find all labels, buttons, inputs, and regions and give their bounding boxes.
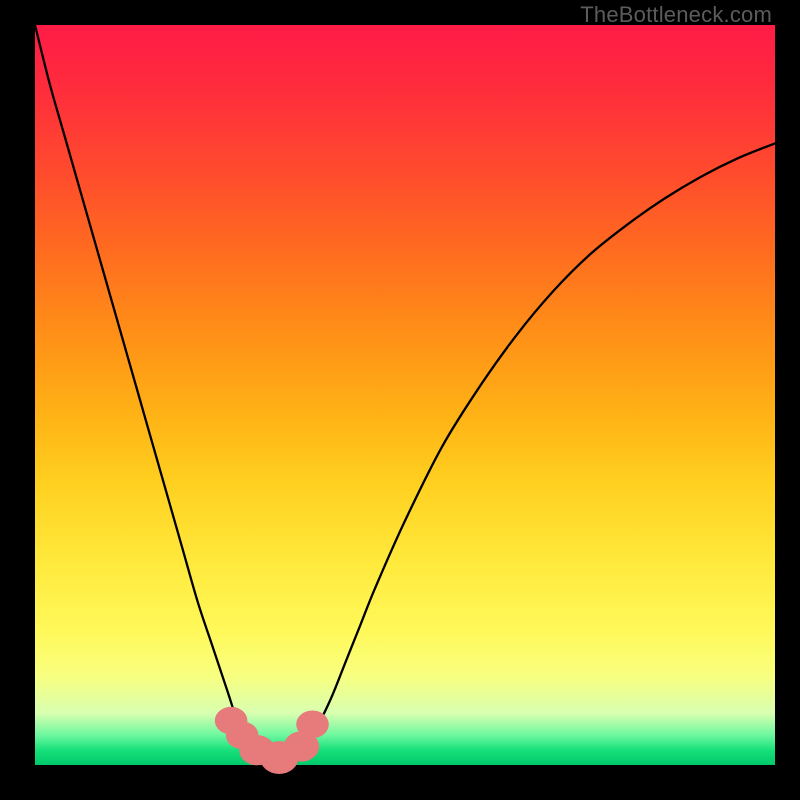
curve-marker (296, 710, 329, 738)
plot-area (35, 25, 775, 765)
chart-svg (35, 25, 775, 765)
curve-markers (215, 707, 329, 774)
chart-frame: TheBottleneck.com (0, 0, 800, 800)
bottleneck-curve (35, 25, 775, 758)
watermark-text: TheBottleneck.com (580, 2, 772, 28)
